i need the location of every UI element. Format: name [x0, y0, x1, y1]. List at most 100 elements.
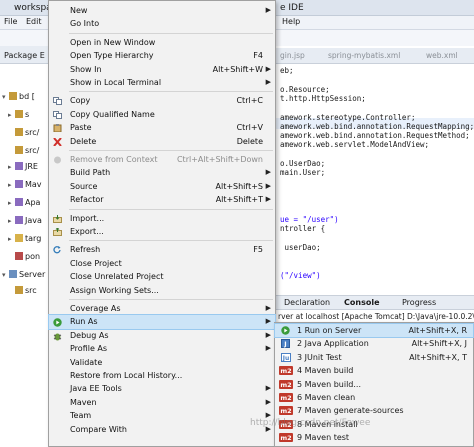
- menu-item-refresh[interactable]: Refresh F5: [49, 243, 275, 256]
- menu-item-assign-working-sets[interactable]: Assign Working Sets...: [49, 284, 275, 297]
- menu-item-label: Remove from Context: [70, 155, 158, 164]
- junit-icon: Ju: [279, 352, 293, 362]
- menu-item-debug-as[interactable]: Debug As ▶: [49, 329, 275, 342]
- menu-item-shortcut: F4: [253, 51, 263, 61]
- menu-item-label: Refactor: [70, 195, 104, 205]
- tree-item-label: bd [: [19, 92, 35, 101]
- menu-item-delete[interactable]: Delete Delete: [49, 135, 275, 148]
- tree-expand-icon[interactable]: ▸: [8, 111, 15, 119]
- menu-item-profile-as[interactable]: Profile As ▶: [49, 342, 275, 355]
- editor-tab[interactable]: web.xml: [426, 51, 458, 60]
- menu-item-label: Open in New Window: [70, 37, 156, 47]
- menu-item-label: Build Path: [70, 168, 111, 178]
- menu-item-shortcut: Alt+Shift+T: [215, 195, 263, 205]
- menu-item-label: Show in Local Terminal: [70, 78, 162, 87]
- editor-tab[interactable]: spring-mybatis.xml: [328, 51, 400, 60]
- submenu-item-shortcut: Alt+Shift+X, T: [409, 352, 467, 362]
- menu-item-copy-qualified-name[interactable]: Copy Qualified Name: [49, 108, 275, 121]
- menu-edit[interactable]: Edit: [26, 17, 42, 26]
- copy-icon: [53, 110, 62, 119]
- tree-expand-icon[interactable]: ▾: [2, 271, 9, 279]
- menu-item-label: Validate: [70, 357, 103, 367]
- editor-tab[interactable]: gin.jsp: [280, 51, 305, 60]
- tab-console[interactable]: Console: [344, 298, 380, 307]
- submenu-item-6-maven-clean[interactable]: m2 6 Maven clean: [275, 391, 473, 404]
- submenu-item-1-run-on-server[interactable]: 1 Run on Server Alt+Shift+X, R: [274, 322, 474, 339]
- menu-item-label: Export...: [70, 227, 104, 236]
- tree-expand-icon[interactable]: ▸: [8, 235, 15, 243]
- menu-help[interactable]: Help: [282, 17, 300, 26]
- debug-icon: [53, 332, 62, 341]
- submenu-item-label: 6 Maven clean: [297, 393, 356, 402]
- menu-item-close-project[interactable]: Close Project: [49, 257, 275, 270]
- submenu-item-9-maven-test[interactable]: m2 9 Maven test: [275, 431, 473, 444]
- menu-item-show-in-local-terminal[interactable]: Show in Local Terminal ▶: [49, 76, 275, 89]
- menu-item-maven[interactable]: Maven ▶: [49, 396, 275, 409]
- submenu-item-3-junit-test[interactable]: Ju 3 JUnit Test Alt+Shift+X, T: [275, 351, 473, 364]
- menu-item-export[interactable]: Export...: [49, 225, 275, 238]
- tree-item-label: src: [25, 286, 37, 295]
- submenu-item-2-java-application[interactable]: J 2 Java Application Alt+Shift+X, J: [275, 337, 473, 350]
- context-menu: New ▶ Go Into Open in New Window Open Type H…: [48, 0, 276, 447]
- menu-item-shortcut: Alt+Shift+S: [215, 181, 264, 191]
- folder-icon: [15, 234, 23, 242]
- svg-text:m2: m2: [280, 381, 291, 389]
- folder-icon: [15, 110, 23, 118]
- tree-item-label: Apa: [25, 198, 41, 207]
- menu-item-shortcut: Ctrl+Alt+Shift+Down: [176, 155, 263, 164]
- svg-text:m2: m2: [280, 394, 291, 402]
- code-line: ue = "/user"): [280, 214, 339, 224]
- tree-item-label: src/: [25, 128, 40, 137]
- menu-item-paste[interactable]: Paste Ctrl+V: [49, 121, 275, 134]
- menu-item-copy[interactable]: Copy Ctrl+C: [49, 94, 275, 107]
- menu-item-restore-from-local-history[interactable]: Restore from Local History...: [49, 369, 275, 382]
- tree-expand-icon[interactable]: ▸: [8, 199, 15, 207]
- tree-item-label: Java: [25, 216, 42, 225]
- tree-expand-icon[interactable]: ▸: [8, 163, 15, 171]
- maven-icon: m2: [279, 406, 293, 416]
- folder-icon: [15, 162, 23, 170]
- menu-item-open-in-new-window[interactable]: Open in New Window: [49, 36, 275, 49]
- menu-file[interactable]: File: [4, 17, 17, 26]
- submenu-item-label: 4 Maven build: [297, 366, 354, 376]
- submenu-arrow-icon: ▶: [265, 330, 271, 339]
- menu-item-new[interactable]: New ▶: [49, 4, 275, 17]
- submenu-item-4-maven-build[interactable]: m2 4 Maven build: [275, 364, 473, 377]
- submenu-item-7-maven-generate-sources[interactable]: m2 7 Maven generate-sources: [275, 404, 473, 417]
- menu-item-label: Open Type Hierarchy: [70, 51, 154, 61]
- menu-item-open-type-hierarchy[interactable]: Open Type Hierarchy F4: [49, 49, 275, 62]
- menu-item-compare-with[interactable]: Compare With ▶: [49, 423, 275, 436]
- submenu-item-5-maven-build[interactable]: m2 5 Maven build...: [275, 378, 473, 391]
- menu-item-refactor[interactable]: Refactor Alt+Shift+T ▶: [49, 193, 275, 206]
- menu-item-label: Source: [70, 181, 98, 191]
- tree-expand-icon[interactable]: ▾: [2, 93, 9, 101]
- menu-item-go-into[interactable]: Go Into: [49, 17, 275, 30]
- menu-separator: [69, 240, 273, 242]
- menu-item-java-ee-tools[interactable]: Java EE Tools ▶: [49, 382, 275, 395]
- folder-icon: [15, 286, 23, 294]
- tree-expand-icon[interactable]: ▸: [8, 217, 15, 225]
- menu-item-label: Run As: [70, 317, 98, 327]
- code-line: amework.web.bind.annotation.RequestMetho…: [280, 131, 470, 141]
- tab-declaration[interactable]: Declaration: [284, 298, 330, 307]
- menu-item-label: Restore from Local History...: [70, 371, 183, 380]
- submenu-arrow-icon: ▶: [265, 384, 271, 393]
- menu-item-show-in[interactable]: Show In Alt+Shift+W ▶: [49, 63, 275, 76]
- menu-item-label: Assign Working Sets...: [70, 285, 159, 295]
- menu-item-coverage-as[interactable]: Coverage As ▶: [49, 302, 275, 315]
- menu-item-team[interactable]: Team ▶: [49, 409, 275, 422]
- tree-expand-icon[interactable]: ▸: [8, 181, 15, 189]
- menu-item-source[interactable]: Source Alt+Shift+S ▶: [49, 180, 275, 193]
- menu-item-import[interactable]: Import...: [49, 212, 275, 225]
- folder-icon: [15, 198, 23, 206]
- submenu-item-label: 3 JUnit Test: [297, 352, 342, 362]
- menu-item-label: Copy Qualified Name: [70, 109, 155, 119]
- menu-item-run-as[interactable]: Run As ▶: [48, 314, 276, 330]
- code-editor[interactable]: eb; o.Resource; t.http.HttpSession; amework…: [276, 64, 474, 292]
- tab-progress[interactable]: Progress: [402, 298, 436, 307]
- menu-item-validate[interactable]: Validate: [49, 356, 275, 369]
- code-line: amework.stereotype.Controller;: [280, 112, 416, 122]
- menu-item-build-path[interactable]: Build Path ▶: [49, 166, 275, 179]
- menu-item-close-unrelated-project[interactable]: Close Unrelated Project: [49, 270, 275, 283]
- menu-item-label: Maven: [70, 397, 97, 407]
